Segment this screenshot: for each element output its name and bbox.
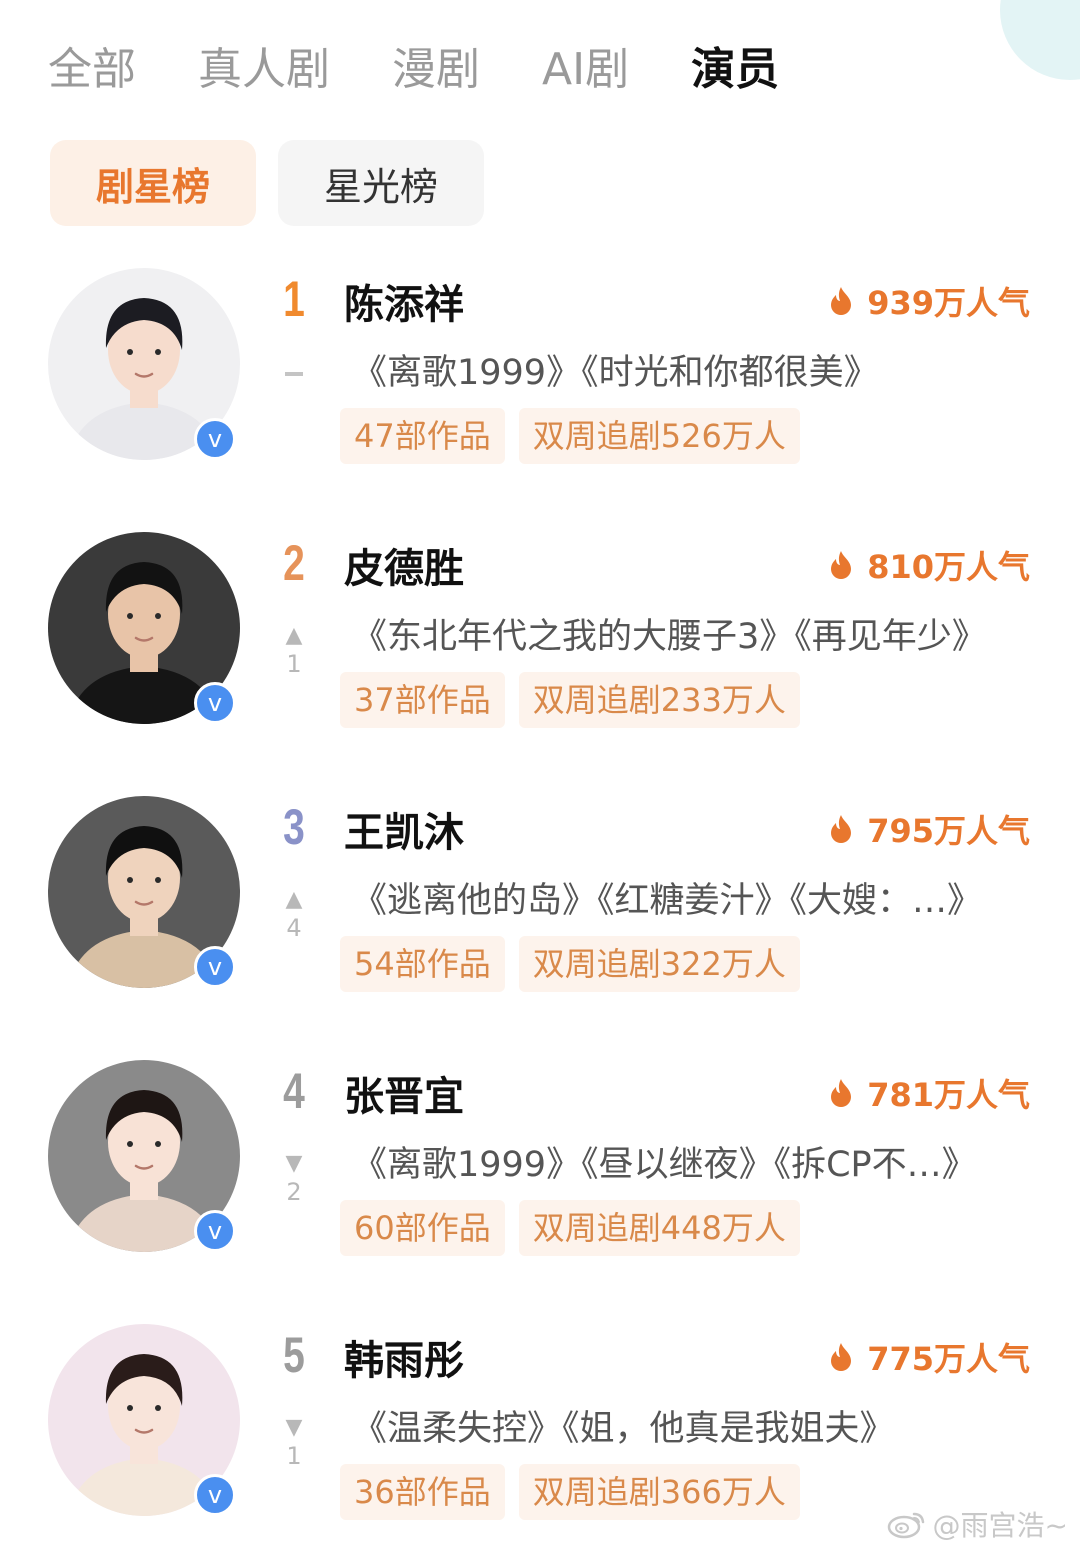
actor-ranking-page: 全部 真人剧 漫剧 AI剧 演员 剧星榜 星光榜 v 1 陈添祥 939万人气《离歌1… xyxy=(0,0,1080,1550)
featured-works: 《温柔失控》《姐，他真是我姐夫》 xyxy=(352,1409,895,1449)
rank-trend: ▲ 1 xyxy=(278,624,310,680)
tab-live-action[interactable]: 真人剧 xyxy=(198,33,330,97)
fire-icon xyxy=(831,287,852,315)
works-count-tag: 47部作品 xyxy=(340,408,505,464)
followers-tag: 双周追剧448万人 xyxy=(518,1200,800,1256)
verified-badge-icon: v xyxy=(194,946,236,988)
trend-count: 4 xyxy=(286,914,302,942)
category-tabs: 全部 真人剧 漫剧 AI剧 演员 xyxy=(48,30,841,100)
popularity-text: 810万人气 xyxy=(867,548,1030,586)
ranking-list: v 1 陈添祥 939万人气《离歌1999》《时光和你都很美》 47部作品 双周追剧526… xyxy=(0,268,1080,1550)
verified-badge-icon: v xyxy=(194,1210,236,1252)
stat-tags: 60部作品 双周追剧448万人 xyxy=(340,1200,814,1256)
verified-badge-icon: v xyxy=(194,682,236,724)
works-count-tag: 37部作品 xyxy=(340,672,505,728)
stat-tags: 54部作品 双周追剧322万人 xyxy=(340,936,814,992)
rank-trend: ▼ 1 xyxy=(278,1416,310,1472)
rank-number: 4 xyxy=(283,1063,305,1119)
ranking-row[interactable]: v 2 ▲ 1 皮德胜 810万人气《东北年代之我的大腰子3》《再见年少》 37部作品 双周追… xyxy=(0,532,1080,796)
works-count-tag: 36部作品 xyxy=(340,1464,505,1520)
featured-works: 《东北年代之我的大腰子3》《再见年少》 xyxy=(352,617,987,657)
stat-tags: 47部作品 双周追剧526万人 xyxy=(340,408,814,464)
popularity-text: 795万人气 xyxy=(867,812,1030,850)
rank-number: 2 xyxy=(283,535,305,591)
actor-name[interactable]: 韩雨彤 xyxy=(344,1328,464,1386)
fire-icon xyxy=(831,551,852,579)
works-count-tag: 54部作品 xyxy=(340,936,505,992)
rank-number: 3 xyxy=(283,799,305,855)
featured-works: 《逃离他的岛》《红糖姜汁》《大嫂：…》 xyxy=(352,881,983,921)
ranking-row[interactable]: v 4 ▼ 2 张晋宜 781万人气《离歌1999》《昼以继夜》《拆CP不…》 60部作品双… xyxy=(0,1060,1080,1324)
actor-name[interactable]: 皮德胜 xyxy=(344,536,464,594)
popularity-score: 795万人气 xyxy=(829,806,1030,852)
watermark-text: @雨宫浩~ xyxy=(932,1509,1068,1542)
followers-tag: 双周追剧526万人 xyxy=(518,408,800,464)
rank-trend: ▼ 2 xyxy=(278,1152,310,1208)
tab-starlight-ranking[interactable]: 星光榜 xyxy=(278,140,484,226)
followers-tag: 双周追剧366万人 xyxy=(518,1464,800,1520)
weibo-icon xyxy=(887,1512,924,1539)
trend-count: 2 xyxy=(286,1178,302,1206)
corner-decoration xyxy=(1000,0,1080,80)
rank-trend xyxy=(278,360,310,376)
trend-count: 1 xyxy=(286,1442,302,1470)
watermark: @雨宫浩~ xyxy=(887,1504,1068,1544)
tab-drama-star-ranking[interactable]: 剧星榜 xyxy=(50,140,256,226)
stat-tags: 36部作品 双周追剧366万人 xyxy=(340,1464,814,1520)
rank-number: 1 xyxy=(283,271,305,327)
popularity-score: 781万人气 xyxy=(829,1070,1030,1116)
popularity-score: 775万人气 xyxy=(829,1334,1030,1380)
fire-icon xyxy=(831,815,852,843)
no-change-dash-icon xyxy=(285,372,303,376)
fire-icon xyxy=(831,1079,852,1107)
arrow-up-icon: ▲ xyxy=(285,887,303,912)
popularity-text: 781万人气 xyxy=(867,1076,1030,1114)
ranking-row[interactable]: v 1 陈添祥 939万人气《离歌1999》《时光和你都很美》 47部作品 双周追剧526… xyxy=(0,268,1080,532)
actor-name[interactable]: 王凯沐 xyxy=(344,800,464,858)
works-count-tag: 60部作品 xyxy=(340,1200,505,1256)
popularity-text: 939万人气 xyxy=(867,284,1030,322)
ranking-row[interactable]: v 3 ▲ 4 王凯沐 795万人气《逃离他的岛》《红糖姜汁》《大嫂：…》 54部作品 双周追… xyxy=(0,796,1080,1060)
featured-works: 《离歌1999》《时光和你都很美》 xyxy=(352,353,879,393)
followers-tag: 双周追剧233万人 xyxy=(518,672,800,728)
arrow-up-icon: ▲ xyxy=(285,623,303,648)
trend-count: 1 xyxy=(286,650,302,678)
verified-badge-icon: v xyxy=(194,1474,236,1516)
arrow-down-icon: ▼ xyxy=(285,1415,303,1440)
featured-works: 《离歌1999》《昼以继夜》《拆CP不…》 xyxy=(352,1145,977,1185)
actor-name[interactable]: 陈添祥 xyxy=(344,272,464,330)
rank-number: 5 xyxy=(283,1327,305,1383)
rank-trend: ▲ 4 xyxy=(278,888,310,944)
tab-all[interactable]: 全部 xyxy=(48,33,136,97)
ranking-type-tabs: 剧星榜 星光榜 xyxy=(50,140,506,226)
fire-icon xyxy=(831,1343,852,1371)
popularity-text: 775万人气 xyxy=(867,1340,1030,1378)
followers-tag: 双周追剧322万人 xyxy=(518,936,800,992)
stat-tags: 37部作品 双周追剧233万人 xyxy=(340,672,814,728)
verified-badge-icon: v xyxy=(194,418,236,460)
popularity-score: 939万人气 xyxy=(829,278,1030,324)
popularity-score: 810万人气 xyxy=(829,542,1030,588)
tab-actors[interactable]: 演员 xyxy=(691,33,779,97)
tab-ai-drama[interactable]: AI剧 xyxy=(542,33,629,97)
actor-name[interactable]: 张晋宜 xyxy=(344,1064,464,1122)
arrow-down-icon: ▼ xyxy=(285,1151,303,1176)
tab-comic[interactable]: 漫剧 xyxy=(392,33,480,97)
